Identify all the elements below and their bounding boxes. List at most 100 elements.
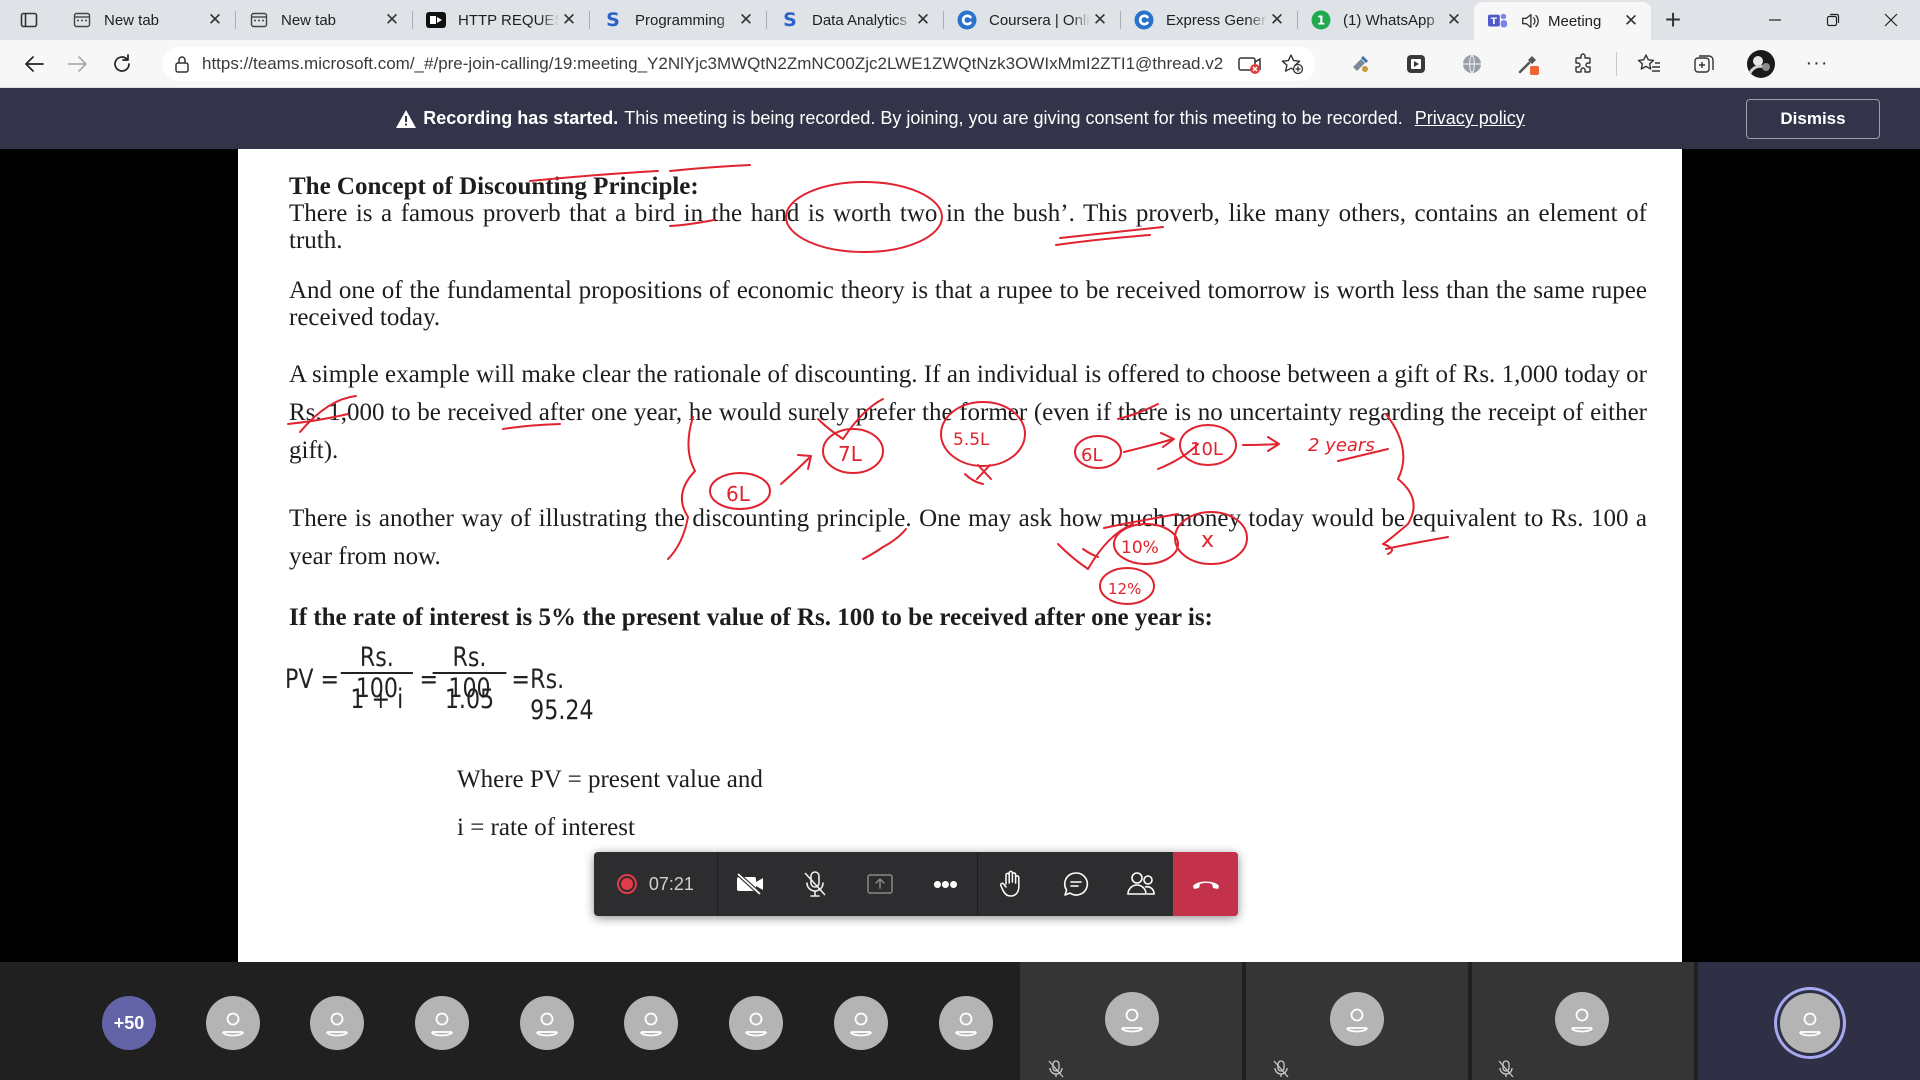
self-avatar[interactable] [1780, 993, 1840, 1053]
camera-toggle-button[interactable] [718, 852, 783, 916]
tab-close-icon[interactable]: ✕ [205, 10, 225, 30]
tab-close-icon[interactable]: ✕ [913, 10, 933, 30]
fraction-bar [340, 672, 413, 674]
url-text[interactable]: https://teams.microsoft.com/_#/pre-join-… [202, 54, 1230, 74]
address-bar[interactable]: https://teams.microsoft.com/_#/pre-join-… [162, 46, 1316, 81]
muted-mic-icon [1048, 1060, 1064, 1078]
favorites-button[interactable] [1621, 46, 1677, 82]
browser-tab[interactable]: 1 (1) WhatsApp ✕ [1297, 0, 1474, 40]
minimize-button[interactable] [1746, 0, 1804, 40]
browser-tab[interactable]: Coursera | Online ✕ [943, 0, 1120, 40]
participant-avatar[interactable] [939, 996, 993, 1050]
person-icon [745, 1012, 767, 1037]
person-icon [1799, 1012, 1821, 1037]
document-bold-statement: If the rate of interest is 5% the presen… [289, 604, 1213, 631]
extension-button[interactable] [1444, 46, 1500, 82]
participant-avatar[interactable] [729, 996, 783, 1050]
forward-button[interactable] [56, 46, 100, 82]
add-favorite-icon[interactable] [1280, 53, 1304, 75]
share-screen-button[interactable] [848, 852, 913, 916]
coursera-icon [957, 10, 977, 30]
browser-tab[interactable]: HTTP REQUESTS ✕ [412, 0, 589, 40]
tab-title: Programming [635, 11, 726, 29]
tab-strip: New tab ✕ New tab ✕ HTTP REQUESTS ✕ S Pr… [0, 0, 1920, 40]
lock-icon [175, 55, 189, 73]
participant-avatar[interactable] [415, 996, 469, 1050]
more-actions-button[interactable]: ••• [913, 852, 978, 916]
newtab-icon [249, 10, 269, 30]
extension-button[interactable] [1500, 46, 1556, 82]
restore-button[interactable] [1804, 0, 1862, 40]
call-duration: 07:21 [648, 873, 694, 894]
new-tab-button[interactable]: + [1651, 0, 1695, 40]
tab-close-icon[interactable]: ✕ [382, 10, 402, 30]
collections-button[interactable] [1677, 46, 1733, 82]
settings-more-button[interactable]: ··· [1789, 46, 1845, 82]
banner-message: This meeting is being recorded. By joini… [624, 108, 1403, 128]
ink-note: 12% [1108, 580, 1141, 598]
tab-close-icon[interactable]: ✕ [736, 10, 756, 30]
participant-avatar[interactable] [310, 996, 364, 1050]
favorites-list-icon [1637, 53, 1660, 72]
close-window-button[interactable] [1862, 0, 1920, 40]
refresh-button[interactable] [100, 46, 144, 82]
browser-tab[interactable]: S Programming ✕ [589, 0, 766, 40]
participant-avatar[interactable] [1555, 992, 1609, 1046]
browser-tab[interactable]: S Data Analytics ✕ [766, 0, 943, 40]
extensions-button[interactable] [1556, 46, 1612, 82]
call-control-bar: 07:21 ••• [594, 852, 1238, 916]
present-value-formula: PV = Rs. 100 1 + i = Rs. 100 1.05 = Rs. … [285, 642, 629, 744]
back-arrow-icon [25, 55, 44, 72]
participant-avatar[interactable] [520, 996, 574, 1050]
tab-title: Express General [1166, 11, 1267, 29]
tab-title: Data Analytics [812, 11, 908, 29]
browser-toolbar: https://teams.microsoft.com/_#/pre-join-… [0, 40, 1920, 88]
mic-off-icon [804, 871, 826, 897]
document-paragraph: A simple example will make clear the rat… [289, 361, 1647, 464]
participant-avatar[interactable] [624, 996, 678, 1050]
extension-button[interactable] [1332, 46, 1388, 82]
tab-close-icon[interactable]: ✕ [1267, 10, 1287, 30]
leave-call-button[interactable] [1173, 852, 1238, 916]
browser-tab-active[interactable]: T Meeting ✕ [1474, 2, 1651, 40]
privacy-policy-link[interactable]: Privacy policy [1415, 108, 1525, 129]
browser-tab[interactable]: New tab ✕ [235, 0, 412, 40]
chat-button[interactable] [1043, 852, 1108, 916]
browser-tab[interactable]: Express General ✕ [1120, 0, 1297, 40]
tab-close-icon[interactable]: ✕ [1090, 10, 1110, 30]
participant-avatar[interactable] [834, 996, 888, 1050]
tab-close-icon[interactable]: ✕ [1621, 11, 1641, 31]
collections-icon [1694, 54, 1714, 73]
tab-title: Coursera | Online [989, 11, 1090, 29]
camera-blocked-icon[interactable] [1238, 53, 1262, 75]
globe-icon [1463, 54, 1481, 73]
mic-toggle-button[interactable] [783, 852, 848, 916]
participants-button[interactable] [1108, 852, 1173, 916]
camera-off-icon [736, 872, 764, 896]
participant-avatar[interactable] [1330, 992, 1384, 1046]
tab-actions-button[interactable] [0, 0, 58, 40]
back-button[interactable] [12, 46, 56, 82]
speaker-icon[interactable] [1520, 11, 1540, 31]
more-dots-icon: ··· [1805, 52, 1829, 74]
formula-lhs: PV = [285, 664, 340, 695]
puzzle-icon [1575, 52, 1591, 73]
tab-title: New tab [104, 11, 160, 29]
coursera-icon [1134, 10, 1154, 30]
participant-avatar[interactable] [206, 996, 260, 1050]
extension-button[interactable] [1388, 46, 1444, 82]
extensions-row: ··· [1332, 46, 1845, 82]
document-paragraph: There is another way of illustrating the… [289, 505, 1647, 570]
hang-up-icon [1192, 881, 1219, 889]
minimize-icon [1769, 19, 1781, 21]
dismiss-button[interactable]: Dismiss [1746, 99, 1880, 139]
participant-avatar[interactable] [1105, 992, 1159, 1046]
document-heading: The Concept of Discounting Principle: [289, 173, 699, 200]
browser-tab[interactable]: New tab ✕ [58, 0, 235, 40]
profile-button[interactable] [1733, 46, 1789, 82]
tab-close-icon[interactable]: ✕ [1444, 10, 1464, 30]
ink-underline [669, 164, 751, 172]
tab-close-icon[interactable]: ✕ [559, 10, 579, 30]
more-participants-badge[interactable]: +50 [102, 996, 156, 1050]
raise-hand-button[interactable] [978, 852, 1043, 916]
